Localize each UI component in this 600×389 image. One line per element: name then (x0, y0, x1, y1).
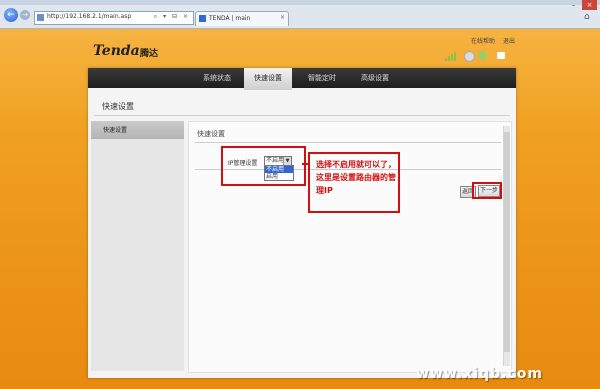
status-icons (445, 51, 515, 62)
signal-bar-2 (448, 56, 450, 61)
tab-title: TENDA | main (209, 15, 251, 22)
browser-tab[interactable]: TENDA | main × (195, 11, 289, 26)
tab-advanced-settings[interactable]: 高级设置 (351, 68, 399, 88)
tab-quick-setup[interactable]: 快速设置 (244, 68, 292, 90)
sidebar-item-quick-setup[interactable]: 快速设置 (91, 121, 184, 139)
annotation-box-select (221, 146, 306, 186)
page-icon (37, 14, 44, 21)
page-title: 快速设置 (102, 102, 134, 111)
watermark: www.xiqb.com (416, 366, 543, 382)
sidebar: 快速设置 (91, 121, 184, 371)
address-bar[interactable]: http://192.168.2.1/main.asp ⌕ ▾ ⊟ × (34, 11, 194, 25)
divider (94, 115, 510, 116)
close-window-button[interactable]: × (582, 0, 597, 10)
top-menu: 系统状态 快速设置 智能定时 高级设置 (88, 68, 516, 90)
address-text[interactable]: http://192.168.2.1/main.asp (47, 13, 131, 20)
annotation-box-note: 选择不启用就可以了，这里是设置路由器的管理IP (308, 152, 400, 213)
tab-smart-schedule[interactable]: 智能定时 (298, 68, 346, 88)
annotation-note: 选择不启用就可以了，这里是设置路由器的管理IP (316, 160, 396, 195)
tab-close-icon[interactable]: × (280, 14, 285, 21)
help-link[interactable]: 在线帮助 (471, 38, 495, 45)
content-divider (195, 142, 501, 143)
minimize-button[interactable]: – (566, 0, 581, 10)
main-panel: 系统状态 快速设置 智能定时 高级设置 快速设置 快速设置 快速设置 IP管理设… (88, 68, 516, 378)
forward-button[interactable]: → (20, 10, 30, 20)
signal-bar-3 (451, 54, 453, 61)
scrollbar-thumb[interactable] (504, 132, 510, 352)
tab-icon (199, 15, 206, 22)
device-icon (497, 52, 505, 59)
wifi-icon (464, 51, 475, 62)
scrollbar[interactable] (503, 126, 510, 366)
back-button[interactable]: ← (4, 8, 18, 22)
tenda-logo-cn: 腾达 (140, 49, 159, 59)
signal-bar-4 (454, 52, 456, 61)
annotation-box-next (472, 182, 502, 199)
content-title: 快速设置 (197, 130, 225, 138)
tab-system-status[interactable]: 系统状态 (193, 68, 241, 88)
top-links: 在线帮助 退出 (471, 36, 521, 45)
tenda-logo: Tenda (93, 43, 140, 59)
logout-link[interactable]: 退出 (503, 38, 515, 45)
home-icon[interactable]: ⌂ (584, 12, 594, 22)
address-tools[interactable]: ⌕ ▾ ⊟ × (154, 13, 190, 21)
signal-bar-1 (445, 58, 447, 61)
browser-toolbar: ← → http://192.168.2.1/main.asp ⌕ ▾ ⊟ × … (0, 0, 600, 29)
sidebar-item-label: 快速设置 (103, 127, 128, 134)
internet-status-icon (478, 51, 487, 60)
title-bar (0, 0, 600, 5)
